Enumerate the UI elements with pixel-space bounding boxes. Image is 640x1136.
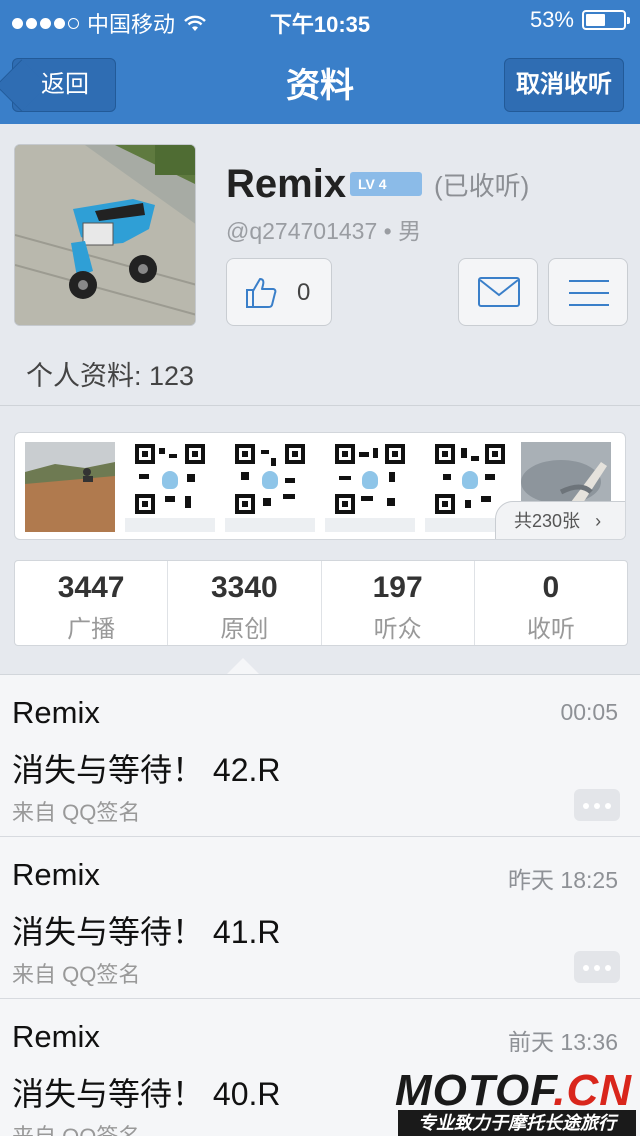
qr-code-image (435, 444, 505, 514)
post-author: Remix (12, 857, 100, 892)
photo-thumb[interactable] (325, 442, 415, 532)
follow-state: (已收听) (434, 171, 530, 201)
stat-original[interactable]: 3340 原创 (168, 561, 322, 645)
post-source: 来自 QQ签名 (12, 962, 141, 987)
qr-code-image (335, 444, 405, 514)
watermark-brand: MOTOF.CN (395, 1066, 632, 1116)
watermark-tagline: 专业致力于摩托长途旅行 (398, 1110, 636, 1136)
stat-broadcasts[interactable]: 3447 广播 (15, 561, 169, 645)
post-text: 消失与等待！ 40.R (12, 1076, 281, 1112)
post-time: 昨天 18:25 (508, 867, 618, 893)
post-time: 00:05 (560, 699, 618, 725)
watermark-brand-suffix: .CN (553, 1066, 632, 1115)
status-right: 53% (529, 7, 630, 33)
stat-value: 197 (372, 571, 423, 604)
post-item[interactable]: Remix 昨天 18:25 消失与等待！ 41.R 来自 QQ签名 (0, 837, 640, 999)
watermark-brand-main: MOTOF (395, 1066, 554, 1115)
more-menu-button[interactable] (548, 258, 628, 326)
unfollow-button[interactable]: 取消收听 (504, 58, 624, 112)
stat-label: 原创 (220, 616, 269, 643)
stat-label: 广播 (67, 616, 116, 643)
more-options-icon[interactable] (574, 789, 620, 821)
message-button[interactable] (458, 258, 538, 326)
stat-label: 收听 (526, 616, 575, 643)
profile-header: Remix LV 4 (已收听) @q274701437 • 男 0 个人资料:… (0, 124, 640, 406)
post-text: 消失与等待！ 42.R (12, 752, 281, 788)
qr-code-image (135, 444, 205, 514)
avatar[interactable] (14, 144, 196, 326)
menu-icon (569, 280, 609, 306)
photo-thumb[interactable] (25, 442, 115, 532)
photo-thumb[interactable] (125, 442, 215, 532)
stat-value: 3447 (57, 571, 125, 604)
battery-icon (582, 10, 630, 30)
mail-icon (478, 277, 520, 307)
more-photos-button[interactable]: 共230张 › (495, 501, 625, 539)
post-item[interactable]: Remix 00:05 消失与等待！ 42.R 来自 QQ签名 (0, 675, 640, 837)
watermark-logo: MOTOF.CN 专业致力于摩托长途旅行 (395, 1066, 636, 1136)
stat-listeners[interactable]: 197 听众 (322, 561, 475, 645)
level-badge: LV 4 (350, 172, 422, 196)
more-options-icon[interactable] (574, 951, 620, 983)
battery-percent: 53% (529, 7, 574, 32)
profile-name: Remix (226, 162, 347, 206)
photo-thumb[interactable] (225, 442, 315, 532)
like-count: 0 (297, 279, 311, 306)
landscape-photo (25, 442, 115, 532)
chevron-right-icon: › (595, 511, 602, 531)
qr-code-image (235, 444, 305, 514)
status-bar: 中国移动 下午10:35 53% (0, 0, 640, 40)
more-photos-label: 共230张 (514, 511, 581, 531)
profile-handle: @q274701437 • 男 (226, 218, 422, 244)
stats-bar: 3447 广播 3340 原创 197 听众 0 收听 (14, 560, 628, 646)
stat-following[interactable]: 0 收听 (475, 561, 627, 645)
tab-pointer (227, 658, 259, 674)
post-source: 来自 QQ签名 (12, 800, 141, 825)
like-button[interactable]: 0 (226, 258, 332, 326)
post-source: 来自 QQ签名 (12, 1119, 140, 1136)
post-author: Remix (12, 695, 100, 730)
stat-value: 3340 (211, 571, 278, 604)
top-bar: 中国移动 下午10:35 53% 返回 资料 取消收听 (0, 0, 640, 124)
stat-label: 听众 (373, 616, 422, 643)
avatar-image (15, 145, 195, 325)
post-text: 消失与等待！ 41.R (12, 914, 281, 950)
post-time: 前天 13:36 (508, 1029, 618, 1055)
stat-value: 0 (542, 571, 560, 604)
photo-strip[interactable]: 共230张 › (14, 432, 626, 540)
post-author: Remix (12, 1019, 100, 1054)
thumbs-up-icon (246, 278, 277, 308)
profile-bio: 个人资料: 123 (26, 361, 195, 391)
